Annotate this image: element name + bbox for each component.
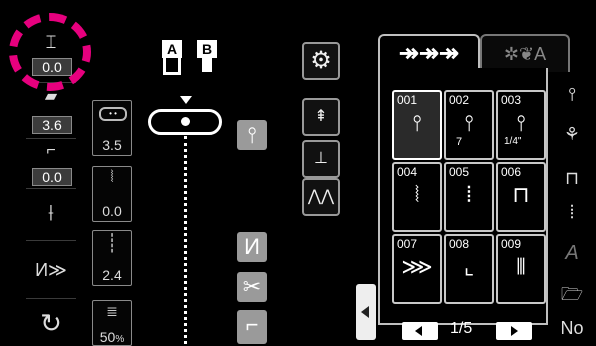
- stitch-length-value: 3.6: [32, 116, 72, 134]
- page-prev-button[interactable]: [402, 322, 438, 340]
- stitch-004[interactable]: 004 ⦚: [392, 162, 442, 232]
- collapse-panel-button[interactable]: [356, 284, 376, 340]
- stitch-number: 007: [397, 237, 418, 251]
- mirror-cut-button[interactable]: И≫: [26, 244, 76, 299]
- mirror-scissors-icon: И≫: [35, 260, 67, 280]
- number-input-label[interactable]: No: [552, 318, 592, 339]
- utility-category-icon[interactable]: ⫯: [552, 84, 592, 105]
- speed-box[interactable]: ≣ 50%: [92, 300, 132, 346]
- hem-category-icon[interactable]: ⊓: [552, 168, 592, 189]
- page-next-button[interactable]: [496, 322, 532, 340]
- letter-a-icon[interactable]: A: [552, 242, 592, 265]
- presser-foot-icon: ⌐: [46, 142, 56, 159]
- stitch-005[interactable]: 005 ⦙: [444, 162, 494, 232]
- stitch-009[interactable]: 009 ⦀: [496, 234, 546, 304]
- stitch-002[interactable]: 002 ⫯ 7: [444, 90, 494, 160]
- speed-icon: ≣: [106, 303, 118, 319]
- buttonhole-category-icon[interactable]: ⚘: [552, 124, 592, 145]
- zigzag-icon: ⦚: [110, 169, 114, 186]
- stitch-length-setting-value: 2.4: [102, 267, 122, 283]
- zigzag-width-box[interactable]: ⦚ 0.0: [92, 166, 132, 222]
- thread-tension-value: 3.5: [102, 137, 122, 153]
- straight-stitch-icon: ┊: [106, 233, 118, 253]
- stitch-number: 008: [449, 237, 470, 251]
- tab-decorative-stitches[interactable]: ✲❦A: [480, 34, 570, 72]
- needle-position-button[interactable]: ⟊: [26, 190, 76, 241]
- settings-button[interactable]: ⚙: [302, 42, 340, 80]
- stitch-length-box[interactable]: ┊ 2.4: [92, 230, 132, 286]
- stitch-number: 003: [501, 93, 522, 107]
- stitch-sub: 7: [456, 136, 463, 148]
- foot-a-icon: A: [162, 40, 182, 76]
- feed-dog-icon: ⋀⋀: [307, 188, 335, 205]
- stitch-glyph: ⫯: [412, 110, 422, 135]
- needle-icon: ⟊: [48, 200, 54, 225]
- speed-value: 50%: [99, 329, 125, 345]
- stitch-007[interactable]: 007 ⋙: [392, 234, 442, 304]
- foot-b-icon: B: [197, 40, 217, 76]
- reset-icon: ↻: [40, 308, 62, 338]
- stitch-number: 006: [501, 165, 522, 179]
- page-indicator: 1/5: [450, 320, 473, 337]
- threader-icon: ⇞: [314, 108, 328, 125]
- foot-a-label: A: [162, 40, 182, 58]
- stitch-006[interactable]: 006 ⊓: [496, 162, 546, 232]
- satin-category-icon[interactable]: ⦙: [552, 202, 592, 223]
- stitch-glyph: ⫯: [516, 110, 526, 135]
- mirror-button[interactable]: И: [237, 232, 267, 262]
- zigzag-width-value: 0.0: [102, 203, 122, 219]
- stitch-preview-line: [184, 136, 187, 344]
- utility-stitch-icon: ↠↠↠: [398, 40, 460, 67]
- presser-foot-value: 0.0: [32, 168, 72, 186]
- stitch-glyph: ⌞: [463, 254, 475, 279]
- thread-tension-box[interactable]: • • 3.5: [92, 100, 132, 156]
- chevron-right-icon: [511, 326, 518, 336]
- reset-button[interactable]: ↻: [26, 300, 76, 346]
- foot-b-label: B: [197, 40, 217, 58]
- tension-icon: • •: [99, 107, 127, 121]
- pressure-icon: ⊥: [314, 150, 328, 167]
- folder-icon[interactable]: 🗁: [552, 282, 592, 312]
- presser-foot-control[interactable]: ⌐ 0.0: [26, 140, 76, 189]
- stitch-number: 004: [397, 165, 418, 179]
- needle-position-marker: [180, 96, 192, 104]
- stitch-008[interactable]: 008 ⌞: [444, 234, 494, 304]
- tab-utility-stitches[interactable]: ↠↠↠: [378, 34, 480, 72]
- gear-icon: ⚙: [310, 47, 332, 74]
- highlight-circle: [9, 13, 91, 91]
- scissors-button[interactable]: ✂: [237, 272, 267, 302]
- stitch-001[interactable]: 001 ⫯: [392, 90, 442, 160]
- decorative-stitch-icon: ✲❦A: [503, 44, 547, 64]
- stitch-glyph: ⦙: [466, 182, 472, 207]
- needle-dot: [181, 117, 190, 126]
- feed-dog-button[interactable]: ⋀⋀: [302, 178, 340, 216]
- needle-threader-button[interactable]: ⇞: [302, 98, 340, 136]
- foot-up-button[interactable]: ⌐: [237, 310, 267, 344]
- stitch-number: 005: [449, 165, 470, 179]
- stitch-number: 009: [501, 237, 522, 251]
- stitch-sub: 1/4": [504, 136, 522, 147]
- straight-stitch-button[interactable]: ⫯: [237, 120, 267, 150]
- stitch-glyph: ⫯: [464, 110, 474, 135]
- stitch-number: 001: [397, 93, 418, 107]
- stitch-glyph: ⋙: [401, 254, 433, 279]
- chevron-left-icon: [415, 326, 422, 336]
- stitch-glyph: ⦚: [414, 182, 420, 207]
- stitch-glyph: ⦀: [516, 254, 526, 279]
- stitch-glyph: ⊓: [512, 182, 530, 207]
- presser-pressure-button[interactable]: ⊥: [302, 140, 340, 178]
- stitch-length-control[interactable]: ▰ 3.6: [26, 84, 76, 139]
- stitch-003[interactable]: 003 ⫯ 1/4": [496, 90, 546, 160]
- chevron-left-icon: [361, 306, 369, 318]
- stitch-number: 002: [449, 93, 470, 107]
